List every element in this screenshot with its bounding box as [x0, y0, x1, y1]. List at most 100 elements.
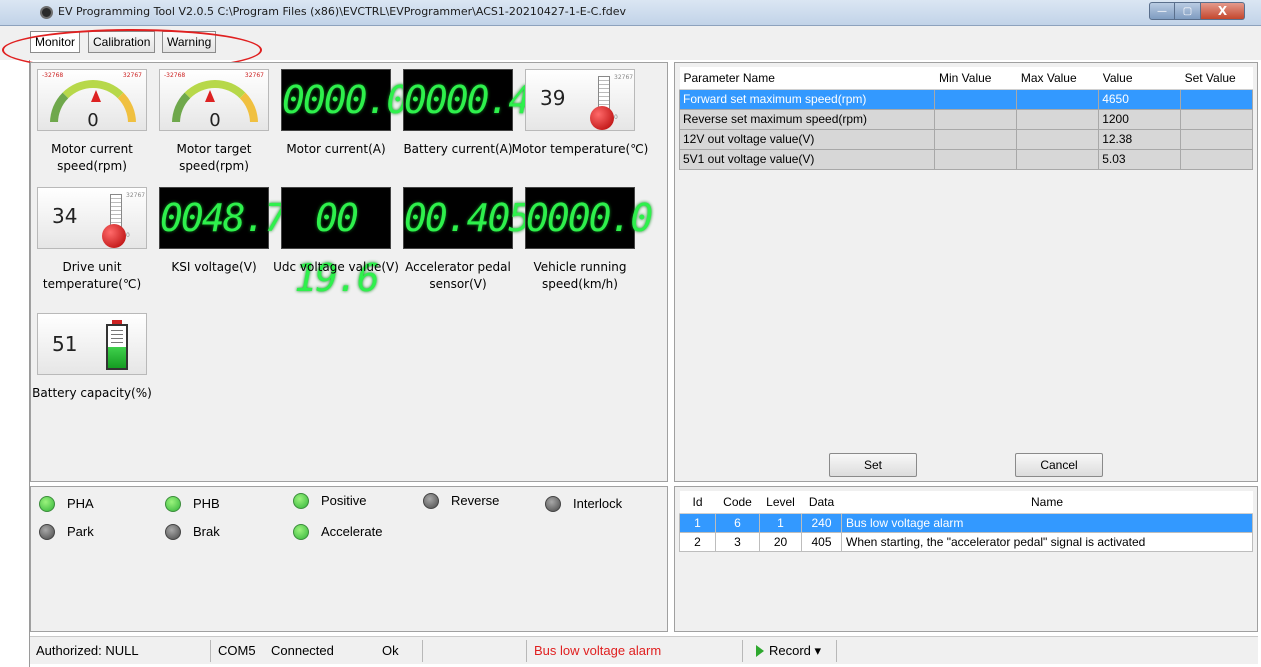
parameter-value: 5.03	[1098, 148, 1182, 170]
column-header[interactable]: Set Value	[1180, 67, 1253, 90]
column-header[interactable]: Name	[841, 491, 1253, 514]
parameter-min	[934, 128, 1018, 150]
parameter-max	[1016, 88, 1100, 110]
vehicle-speed-lcd: 0000.0	[525, 187, 653, 249]
led-indicator-icon	[293, 493, 309, 509]
window-controls: — ▢ X	[1149, 2, 1245, 20]
parameter-name: 12V out voltage value(V)	[678, 128, 936, 150]
column-header[interactable]: Max Value	[1016, 67, 1099, 90]
parameter-table: Parameter Name Min Value Max Value Value…	[678, 67, 1253, 170]
status-bar: Authorized: NULL COM5 Connected Ok Bus l…	[30, 636, 1258, 664]
status-light-label: Brak	[193, 524, 220, 539]
close-button[interactable]: X	[1201, 2, 1245, 20]
alarm-table: Id Code Level Data Name 1 6 1 240 Bus lo…	[679, 491, 1253, 552]
motor-current-lcd: 0000.0	[281, 69, 409, 131]
status-light-label: Accelerate	[321, 524, 383, 539]
motor-temperature-label: Motor temperature(℃)	[511, 142, 649, 156]
connection-status: Connected	[271, 643, 334, 658]
alarm-id: 1	[679, 512, 716, 533]
status-separator	[836, 640, 837, 662]
cancel-button[interactable]: Cancel	[1015, 453, 1103, 477]
column-header[interactable]: Code	[715, 491, 760, 514]
led-indicator-icon	[39, 496, 55, 512]
parameter-value: 12.38	[1098, 128, 1182, 150]
column-header[interactable]: Level	[759, 491, 802, 514]
play-icon	[756, 645, 764, 657]
thermometer-bulb-icon	[102, 224, 126, 248]
led-indicator-icon	[423, 493, 439, 509]
thermometer-gauge: 39 32767 0	[525, 69, 635, 131]
table-row[interactable]: 1 6 1 240 Bus low voltage alarm	[679, 512, 1253, 533]
thermometer-scale-min: 0	[126, 232, 130, 239]
window-title: EV Programming Tool V2.0.5 C:\Program Fi…	[58, 5, 626, 18]
led-indicator-icon	[39, 524, 55, 540]
parameter-max	[1016, 108, 1100, 130]
column-header[interactable]: Data	[801, 491, 842, 514]
parameter-name: Reverse set maximum speed(rpm)	[678, 108, 936, 130]
ksi-voltage-label: KSI voltage(V)	[171, 260, 257, 274]
column-header[interactable]: Min Value	[934, 67, 1017, 90]
table-row[interactable]: Forward set maximum speed(rpm) 4650	[678, 88, 1253, 110]
column-header[interactable]: Parameter Name	[679, 67, 935, 90]
battery-fill	[108, 346, 126, 368]
vehicle-speed-label: Vehicle running speed(km/h)	[533, 260, 627, 291]
parameter-min	[934, 108, 1018, 130]
set-button[interactable]: Set	[829, 453, 917, 477]
alarm-level: 1	[759, 512, 802, 533]
led-indicator-icon	[165, 496, 181, 512]
battery-capacity-value: 51	[52, 332, 78, 356]
minimize-button[interactable]: —	[1149, 2, 1175, 20]
udc-voltage-label: Udc voltage value(V)	[273, 260, 399, 274]
thermometer-scale-max: 32767	[614, 74, 634, 81]
motor-current-speed-label: Motor current speed(rpm)	[51, 142, 133, 173]
parameter-value: 1200	[1098, 108, 1182, 130]
parameter-table-empty-area	[679, 175, 1253, 447]
app-icon	[40, 6, 53, 19]
alarm-id: 2	[679, 531, 716, 552]
table-row[interactable]: 5V1 out voltage value(V) 5.03	[678, 148, 1253, 170]
battery-current-lcd: 0000.4	[403, 69, 531, 131]
parameter-header-row: Parameter Name Min Value Max Value Value…	[679, 67, 1253, 90]
status-light-label: PHB	[193, 496, 220, 511]
status-separator	[526, 640, 527, 662]
motor-current-label: Motor current(A)	[286, 142, 386, 156]
parameter-set-value[interactable]	[1180, 108, 1253, 130]
table-row[interactable]: 2 3 20 405 When starting, the "accelerat…	[679, 531, 1253, 552]
status-separator	[422, 640, 423, 662]
udc-voltage-lcd: 00 19.6	[281, 187, 391, 300]
thermometer-scale-min: 0	[614, 114, 618, 121]
accelerator-pedal-lcd: 00.405	[403, 187, 531, 249]
accelerator-pedal-label: Accelerator pedal sensor(V)	[405, 260, 511, 291]
alarm-level: 20	[759, 531, 802, 552]
thermometer-scale-max: 32767	[126, 192, 146, 199]
dial-needle-icon	[91, 90, 101, 102]
parameter-set-value[interactable]	[1180, 128, 1253, 150]
alarm-panel: Id Code Level Data Name 1 6 1 240 Bus lo…	[674, 486, 1258, 632]
title-bar: EV Programming Tool V2.0.5 C:\Program Fi…	[0, 0, 1261, 26]
table-row[interactable]: Reverse set maximum speed(rpm) 1200	[678, 108, 1253, 130]
led-indicator-icon	[165, 524, 181, 540]
battery-current-label: Battery current(A)	[403, 142, 513, 156]
thermometer-gauge: 34 32767 0	[37, 187, 147, 249]
alarm-status: Bus low voltage alarm	[534, 643, 662, 658]
motor-target-speed-value: 0	[209, 110, 221, 131]
alarm-code: 3	[715, 531, 760, 552]
alarm-data: 405	[801, 531, 842, 552]
parameter-set-value[interactable]	[1180, 148, 1253, 170]
alarm-data: 240	[801, 512, 842, 533]
alarm-name: When starting, the "accelerator pedal" s…	[841, 531, 1253, 552]
parameter-set-value[interactable]	[1180, 88, 1253, 110]
motor-current-speed-value: 0	[87, 110, 99, 131]
dial-scale-min: -32768	[164, 72, 186, 79]
parameter-name: Forward set maximum speed(rpm)	[678, 88, 936, 110]
column-header[interactable]: Id	[679, 491, 716, 514]
led-indicator-icon	[293, 524, 309, 540]
table-row[interactable]: 12V out voltage value(V) 12.38	[678, 128, 1253, 150]
thermometer-bulb-icon	[590, 106, 614, 130]
parameter-max	[1016, 128, 1100, 150]
column-header[interactable]: Value	[1098, 67, 1181, 90]
record-button[interactable]: Record ▾	[769, 643, 821, 659]
status-separator	[742, 640, 743, 662]
maximize-button[interactable]: ▢	[1175, 2, 1201, 20]
dial-gauge: -32768 32767 0	[159, 69, 269, 131]
